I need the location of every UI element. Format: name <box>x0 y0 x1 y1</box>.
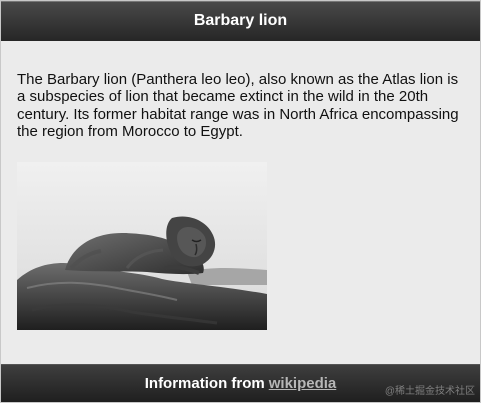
card-content: The Barbary lion (Panthera leo leo), als… <box>17 71 467 140</box>
card-header: Barbary lion <box>1 1 480 41</box>
wikipedia-link[interactable]: wikipedia <box>269 375 337 392</box>
lion-photo <box>17 162 267 330</box>
description-text: The Barbary lion (Panthera leo leo), als… <box>17 71 459 140</box>
lion-image <box>17 162 267 330</box>
watermark-text: @稀土掘金技术社区 <box>384 386 475 397</box>
footer-prefix: Information from <box>144 374 265 392</box>
lion-card: Barbary lion The Barbary lion (Panthera … <box>0 0 481 403</box>
card-title: Barbary lion <box>193 12 288 29</box>
